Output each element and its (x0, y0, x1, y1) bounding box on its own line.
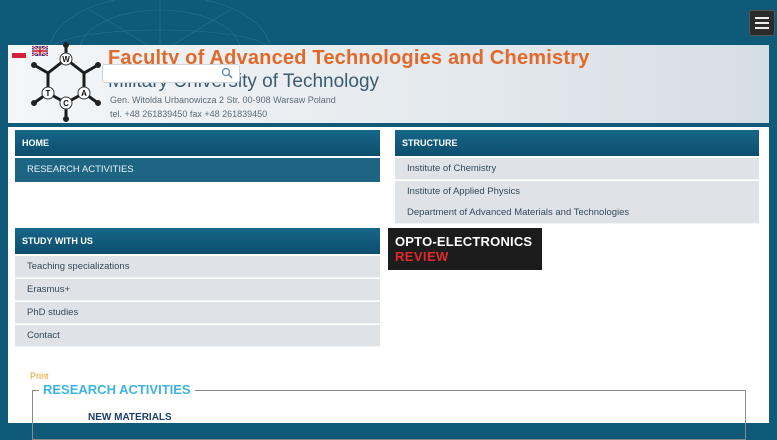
menu-bar (755, 22, 769, 24)
print-link[interactable]: Print (30, 371, 49, 381)
nav-home[interactable]: HOME (15, 130, 380, 156)
structure-item-chemistry[interactable]: Institute of Chemistry (395, 158, 759, 180)
menu-bar (755, 27, 769, 29)
nav-research-activities[interactable]: RESEARCH ACTIVITIES (15, 158, 380, 182)
logo-letter-a: A (81, 89, 87, 98)
banner-line-2: REVIEW (395, 249, 449, 264)
hamburger-menu-button[interactable] (749, 10, 775, 36)
structure-item-advanced-materials[interactable]: Department of Advanced Materials and Tec… (395, 202, 759, 224)
search-input[interactable] (102, 64, 240, 83)
polish-flag-icon[interactable] (12, 49, 26, 58)
opto-electronics-review-banner[interactable]: OPTO-ELECTRONICS REVIEW (388, 228, 542, 270)
wat-molecule-logo: W A T C (31, 42, 101, 122)
study-item-teaching[interactable]: Teaching specializations (15, 256, 380, 278)
section-title: RESEARCH ACTIVITIES (39, 382, 195, 397)
main-content: HOME RESEARCH ACTIVITIES STRUCTURE Insti… (8, 127, 769, 440)
article-heading: NEW MATERIALS (88, 412, 172, 423)
structure-item-applied-physics[interactable]: Institute of Applied Physics (395, 181, 759, 203)
logo-letter-w: W (62, 55, 70, 64)
menu-bar (755, 17, 769, 19)
study-item-erasmus[interactable]: Erasmus+ (15, 279, 380, 301)
banner-line-1: OPTO-ELECTRONICS (395, 234, 533, 249)
phone-fax-text: tel. +48 261839450 fax +48 261839450 (110, 109, 268, 119)
study-heading[interactable]: STUDY WITH US (15, 228, 380, 254)
logo-letter-t: T (46, 89, 51, 98)
structure-heading[interactable]: STRUCTURE (395, 130, 759, 156)
address-text: Gen. Witolda Urbanowicza 2 Str. 00-908 W… (110, 95, 336, 105)
site-header: W A T C Faculty of Advanced Technologies… (8, 42, 769, 123)
study-item-phd[interactable]: PhD studies (15, 302, 380, 324)
study-item-contact[interactable]: Contact (15, 325, 380, 347)
search-icon[interactable] (221, 67, 233, 79)
logo-letter-c: C (63, 99, 69, 108)
